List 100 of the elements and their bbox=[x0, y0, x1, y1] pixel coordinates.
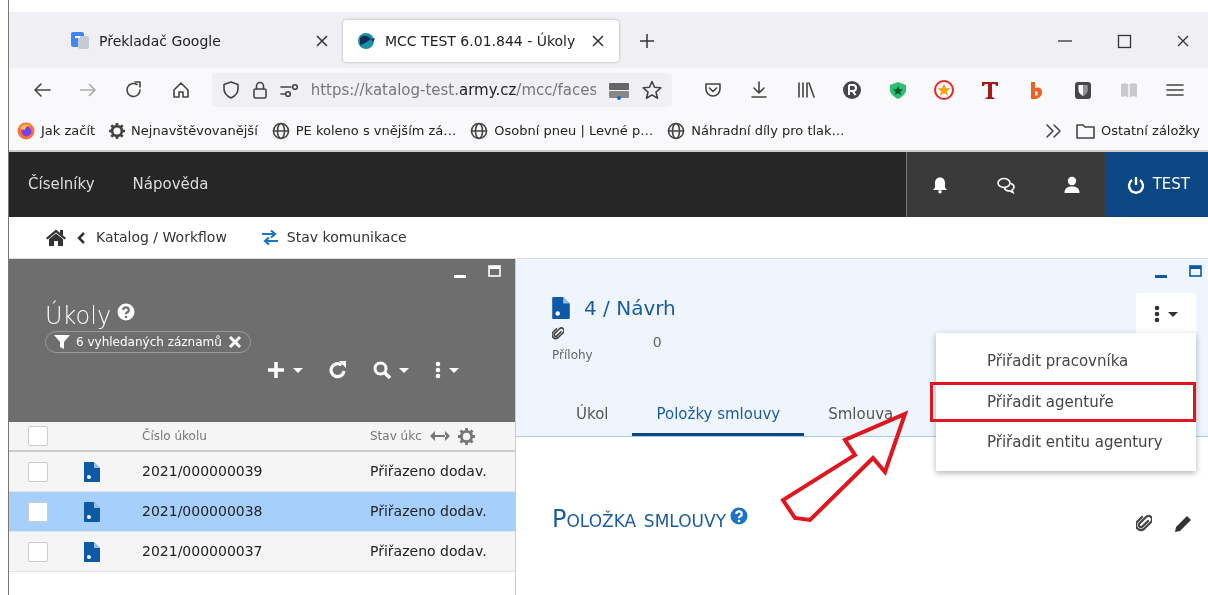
file-icon bbox=[84, 461, 100, 482]
pocket-icon[interactable] bbox=[704, 81, 723, 99]
close-icon[interactable] bbox=[591, 34, 605, 48]
extension-icon[interactable] bbox=[980, 80, 1001, 100]
user-icon[interactable] bbox=[1062, 175, 1081, 194]
folder-icon bbox=[1075, 122, 1095, 140]
tab[interactable]: Úkol bbox=[552, 396, 633, 436]
file-icon bbox=[84, 501, 100, 522]
globe-icon bbox=[470, 122, 489, 140]
paperclip-icon bbox=[552, 327, 564, 341]
gear-icon bbox=[109, 123, 126, 139]
drive-icon bbox=[608, 80, 631, 100]
table-cell-text: Přiřazeno dodav. bbox=[370, 542, 488, 561]
checkbox[interactable] bbox=[28, 461, 48, 482]
shield-icon[interactable] bbox=[888, 81, 907, 99]
globe-icon bbox=[357, 32, 375, 50]
shield-icon bbox=[221, 81, 240, 99]
table-row[interactable]: 2021/000000039 Přiřazeno dodav. bbox=[9, 452, 515, 492]
library-icon[interactable] bbox=[796, 81, 815, 99]
nav-item[interactable]: Číselníky bbox=[9, 173, 114, 196]
globe-icon bbox=[271, 122, 290, 140]
swap-icon bbox=[260, 229, 279, 246]
caret-icon bbox=[1168, 311, 1178, 317]
browser-tab[interactable]: MCC TEST 6.01.844 - Úkoly bbox=[343, 20, 619, 62]
new-tab-icon[interactable] bbox=[639, 33, 655, 49]
actions-button[interactable] bbox=[1136, 293, 1196, 335]
help-icon[interactable] bbox=[117, 303, 136, 321]
bell-icon[interactable] bbox=[930, 175, 949, 194]
kebab-icon bbox=[1154, 305, 1160, 323]
filter-icon bbox=[54, 335, 70, 350]
home-icon[interactable] bbox=[171, 81, 190, 99]
vault-icon[interactable] bbox=[1073, 81, 1092, 99]
chat-icon[interactable] bbox=[996, 175, 1015, 194]
reload-icon[interactable] bbox=[125, 81, 144, 99]
caret-icon[interactable] bbox=[449, 367, 459, 373]
section-title: Položka smlouvy bbox=[552, 507, 726, 531]
plus-icon[interactable] bbox=[267, 361, 285, 380]
close-icon[interactable] bbox=[315, 34, 329, 48]
search-icon[interactable] bbox=[373, 361, 391, 380]
table-cell-text: 2021/000000039 bbox=[141, 462, 264, 481]
nav-item[interactable]: Nápověda bbox=[113, 173, 228, 196]
menu-item[interactable]: Přiřadit agentuře bbox=[930, 381, 1196, 422]
globe-icon bbox=[667, 122, 686, 140]
chevron-left-icon[interactable] bbox=[77, 231, 86, 244]
logout-button[interactable]: TEST bbox=[1104, 152, 1208, 217]
checkbox[interactable] bbox=[28, 541, 48, 562]
menu-icon[interactable] bbox=[1166, 81, 1184, 99]
close-icon bbox=[227, 335, 242, 350]
chevrons-icon[interactable] bbox=[1044, 123, 1062, 139]
caret-icon[interactable] bbox=[399, 367, 409, 373]
star-badge-icon[interactable] bbox=[934, 80, 955, 100]
firefox-icon bbox=[17, 122, 35, 140]
browser-tab[interactable]: Překladač Google bbox=[9, 20, 343, 62]
table-cell-text: 2021/000000038 bbox=[141, 502, 264, 521]
table-cell-text: 2021/000000037 bbox=[141, 542, 264, 561]
table-cell-text: Přiřazeno dodav. bbox=[370, 502, 488, 521]
resize-icon[interactable] bbox=[429, 431, 450, 441]
menu-item[interactable]: Přiřadit pracovníka bbox=[936, 341, 1196, 382]
maximize-icon[interactable] bbox=[1117, 34, 1132, 49]
redo-icon[interactable] bbox=[329, 361, 347, 380]
paperclip-icon[interactable] bbox=[1136, 515, 1152, 533]
tab[interactable]: Smlouva bbox=[804, 396, 918, 436]
url-text: https://katalog-test.army.cz/mcc/faces bbox=[310, 79, 597, 101]
home-icon[interactable] bbox=[45, 228, 67, 247]
table-cell-text: Přiřazeno dodav. bbox=[370, 462, 488, 481]
caret-icon[interactable] bbox=[293, 367, 303, 373]
bookmark[interactable]: Nejnavštěvovanější bbox=[109, 121, 258, 141]
column-header[interactable]: Stav úkc bbox=[370, 427, 422, 445]
checkbox[interactable] bbox=[28, 426, 48, 446]
field-value: 0 bbox=[652, 333, 662, 352]
help-icon[interactable] bbox=[730, 507, 748, 525]
detail-title: 4 / Návrh bbox=[584, 295, 676, 322]
column-header[interactable]: Číslo úkolu bbox=[118, 427, 370, 445]
table-row[interactable]: 2021/000000038 Přiřazeno dodav. bbox=[9, 492, 515, 532]
table-row[interactable]: 2021/000000037 Přiřazeno dodav. bbox=[9, 532, 515, 572]
download-icon[interactable] bbox=[750, 81, 769, 99]
star-icon bbox=[642, 80, 663, 100]
checkbox[interactable] bbox=[28, 501, 48, 522]
bookmark[interactable]: Jak začít bbox=[17, 121, 96, 141]
settings-icon[interactable] bbox=[457, 427, 475, 445]
translate-icon bbox=[71, 32, 89, 50]
maximize-icon[interactable] bbox=[1189, 265, 1202, 277]
file-icon bbox=[552, 297, 570, 319]
bookmark-folder[interactable]: Ostatní záložky bbox=[1075, 121, 1200, 141]
tab[interactable]: Položky smlouvy bbox=[632, 396, 805, 436]
kebab-icon[interactable] bbox=[435, 361, 441, 380]
address-bar[interactable]: https://katalog-test.army.cz/mcc/faces bbox=[211, 73, 673, 107]
bookmark[interactable]: PE koleno s vnějším zá… bbox=[271, 121, 457, 141]
power-icon bbox=[1126, 175, 1145, 194]
breadcrumb-link[interactable]: Katalog / Workflow bbox=[96, 227, 227, 248]
back-icon[interactable] bbox=[33, 81, 52, 99]
bookmark[interactable]: Náhradní díly pro tlak… bbox=[667, 121, 845, 141]
extension-icon[interactable] bbox=[842, 81, 861, 99]
menu-item[interactable]: Přiřadit entitu agentury bbox=[936, 422, 1196, 463]
status-link[interactable]: Stav komunikace bbox=[260, 227, 407, 248]
file-icon bbox=[84, 541, 100, 562]
pencil-icon[interactable] bbox=[1174, 515, 1192, 533]
close-icon[interactable] bbox=[1176, 34, 1190, 48]
permissions-icon bbox=[279, 82, 299, 98]
bookmark[interactable]: Osobní pneu | Levné p… bbox=[470, 121, 654, 141]
